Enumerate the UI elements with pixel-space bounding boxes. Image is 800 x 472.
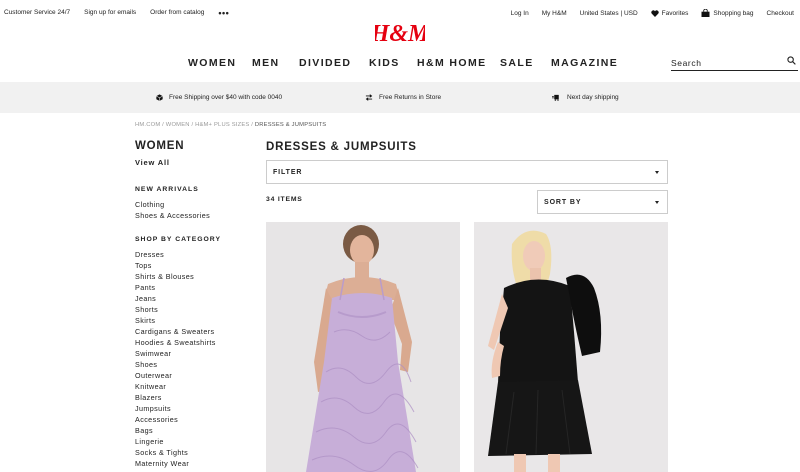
nav-magazine[interactable]: MAGAZINE (551, 57, 618, 69)
new-arrivals-heading: NEW ARRIVALS (135, 186, 199, 193)
order-catalog-link[interactable]: Order from catalog (150, 9, 204, 16)
sidebar-item-blazers[interactable]: Blazers (135, 392, 255, 403)
sidebar-item-shorts[interactable]: Shorts (135, 304, 255, 315)
more-menu-button[interactable]: ••• (218, 8, 229, 17)
favorites-label: Favorites (661, 9, 689, 17)
country-selector[interactable]: United States | USD (580, 10, 638, 17)
shop-by-category-heading: SHOP BY CATEGORY (135, 236, 221, 243)
promo-bar: Free Shipping over $40 with code 0040 Fr… (0, 82, 800, 113)
product-image-lilac-lace-dress (266, 222, 460, 472)
sidebar-item-lingerie[interactable]: Lingerie (135, 436, 255, 447)
chevron-down-icon (655, 171, 659, 174)
shopping-bag-label: Shopping bag (713, 9, 754, 17)
nav-men[interactable]: MEN (252, 57, 280, 69)
sort-dropdown[interactable]: SORT BY (537, 190, 668, 214)
nav-sale[interactable]: SALE (500, 57, 534, 69)
sidebar-item-outerwear[interactable]: Outerwear (135, 370, 255, 381)
sidebar-item-clothing[interactable]: Clothing (135, 199, 255, 210)
promo-free-shipping-text: Free Shipping over $40 with code 0040 (169, 94, 283, 101)
chevron-down-icon (655, 201, 659, 204)
item-count: 34 ITEMS (266, 196, 303, 203)
customer-service-link[interactable]: Customer Service 24/7 (4, 9, 70, 16)
breadcrumb: HM.COM / WOMEN / H&M+ PLUS SIZES / DRESS… (135, 122, 326, 128)
view-all-link[interactable]: View All (135, 158, 255, 167)
sidebar-item-bags[interactable]: Bags (135, 425, 255, 436)
sidebar-item-jeans[interactable]: Jeans (135, 293, 255, 304)
login-link[interactable]: Log In (511, 10, 529, 17)
category-list: Dresses Tops Shirts & Blouses Pants Jean… (135, 249, 255, 469)
sidebar-item-shirts-blouses[interactable]: Shirts & Blouses (135, 271, 255, 282)
search-input[interactable] (671, 55, 781, 71)
sidebar-item-pants[interactable]: Pants (135, 282, 255, 293)
sidebar-item-jumpsuits[interactable]: Jumpsuits (135, 403, 255, 414)
filter-dropdown[interactable]: FILTER (266, 160, 668, 184)
sidebar-item-maternity-wear[interactable]: Maternity Wear (135, 458, 255, 469)
promo-free-returns[interactable]: Free Returns in Store (365, 94, 441, 101)
nav-women[interactable]: WOMEN (188, 57, 236, 69)
sidebar-item-shoes[interactable]: Shoes (135, 359, 255, 370)
nav-kids[interactable]: KIDS (369, 57, 400, 69)
product-image-black-dress (474, 222, 668, 472)
new-arrivals-list: Clothing Shoes & Accessories (135, 199, 255, 221)
heart-icon (651, 9, 659, 17)
logo-text: H&M (375, 21, 425, 47)
sidebar-item-skirts[interactable]: Skirts (135, 315, 255, 326)
sidebar-item-socks-tights[interactable]: Socks & Tights (135, 447, 255, 458)
promo-next-day[interactable]: Next day shipping (552, 94, 619, 101)
sidebar-item-hoodies-sweatshirts[interactable]: Hoodies & Sweatshirts (135, 337, 255, 348)
breadcrumb-path[interactable]: HM.COM / WOMEN / H&M+ PLUS SIZES / (135, 122, 255, 128)
search-icon[interactable] (787, 56, 796, 65)
search-box (671, 53, 798, 71)
sidebar-item-tops[interactable]: Tops (135, 260, 255, 271)
sidebar: WOMEN View All NEW ARRIVALS Clothing Sho… (135, 140, 255, 469)
sidebar-item-cardigans-sweaters[interactable]: Cardigans & Sweaters (135, 326, 255, 337)
favorites-link[interactable]: Favorites (651, 9, 689, 17)
page-title: DRESSES & JUMPSUITS (266, 141, 417, 153)
product-card[interactable] (474, 222, 668, 472)
filter-label: FILTER (273, 169, 303, 176)
nav-divided[interactable]: DIVIDED (299, 57, 351, 69)
sidebar-item-swimwear[interactable]: Swimwear (135, 348, 255, 359)
box-icon (156, 94, 163, 101)
sidebar-item-shoes-accessories[interactable]: Shoes & Accessories (135, 210, 255, 221)
sign-up-emails-link[interactable]: Sign up for emails (84, 9, 136, 16)
shopping-bag-icon (701, 9, 710, 17)
my-hm-link[interactable]: My H&M (542, 10, 567, 17)
shopping-bag-link[interactable]: Shopping bag (701, 9, 754, 17)
promo-free-shipping[interactable]: Free Shipping over $40 with code 0040 (156, 94, 282, 101)
sidebar-item-accessories[interactable]: Accessories (135, 414, 255, 425)
arrows-icon (365, 94, 373, 101)
sidebar-item-dresses[interactable]: Dresses (135, 249, 255, 260)
sidebar-item-knitwear[interactable]: Knitwear (135, 381, 255, 392)
nav-hm-home[interactable]: H&M HOME (417, 57, 487, 69)
delivery-icon (552, 94, 559, 101)
checkout-link[interactable]: Checkout (767, 10, 794, 17)
hm-logo[interactable]: H&M (370, 14, 431, 48)
promo-next-day-text: Next day shipping (567, 94, 619, 101)
sort-label: SORT BY (544, 199, 582, 206)
product-card[interactable] (266, 222, 460, 472)
promo-free-returns-text: Free Returns in Store (379, 94, 442, 101)
sidebar-heading: WOMEN (135, 140, 185, 152)
breadcrumb-current: DRESSES & JUMPSUITS (254, 122, 327, 128)
